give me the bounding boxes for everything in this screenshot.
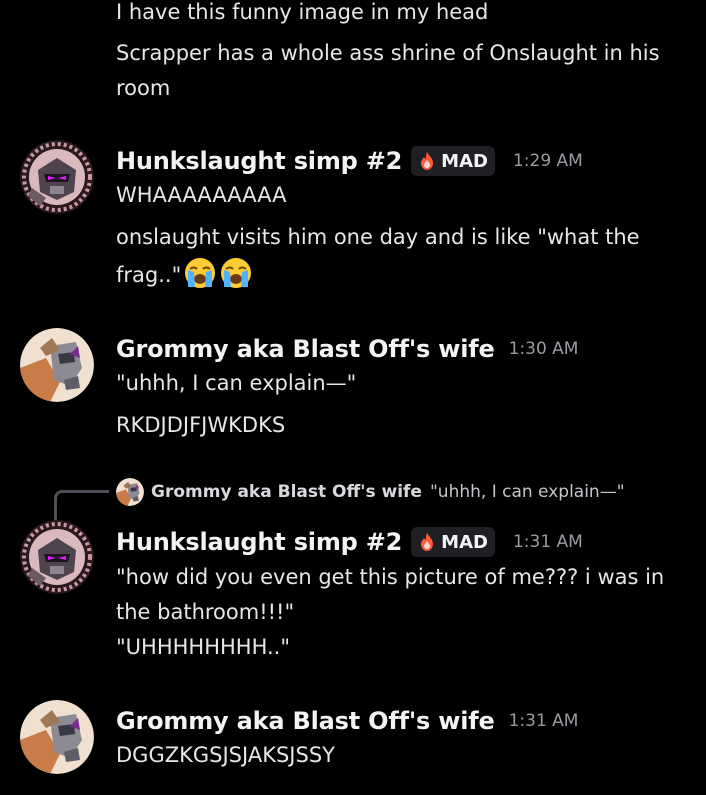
username[interactable]: Grommy aka Blast Off's wife bbox=[116, 707, 495, 735]
message-header: Grommy aka Blast Off's wife 1:31 AM bbox=[116, 704, 578, 738]
username[interactable]: Hunkslaught simp #2 bbox=[116, 147, 402, 175]
fire-icon bbox=[417, 151, 437, 171]
message-text: room bbox=[116, 76, 171, 100]
guild-tag[interactable]: MAD bbox=[411, 146, 495, 176]
guild-tag[interactable]: MAD bbox=[411, 527, 495, 557]
tag-label: MAD bbox=[441, 531, 488, 553]
message-header: Hunkslaught simp #2 MAD 1:31 AM bbox=[116, 525, 583, 559]
message-text: WHAAAAAAAAA bbox=[116, 183, 287, 207]
loudly-crying-face-icon bbox=[219, 256, 253, 290]
message-text: "UHHHHHHHH.." bbox=[116, 635, 290, 659]
message-text: "how did you even get this picture of me… bbox=[116, 565, 665, 589]
reply-author: Grommy aka Blast Off's wife bbox=[151, 482, 422, 502]
message-text: Scrapper has a whole ass shrine of Onsla… bbox=[116, 41, 660, 65]
timestamp[interactable]: 1:30 AM bbox=[509, 339, 579, 359]
message-header: Hunkslaught simp #2 MAD 1:29 AM bbox=[116, 144, 583, 178]
message-text: the bathroom!!!" bbox=[116, 600, 295, 624]
timestamp[interactable]: 1:31 AM bbox=[509, 711, 579, 731]
message-text: RKDJDJFJWKDKS bbox=[116, 413, 286, 437]
loudly-crying-face-icon bbox=[183, 256, 217, 290]
reply-text: "uhhh, I can explain—" bbox=[429, 482, 625, 502]
message-text: DGGZKGSJSJAKSJSSY bbox=[116, 743, 335, 767]
reply-preview[interactable]: Grommy aka Blast Off's wife "uhhh, I can… bbox=[116, 478, 625, 506]
username[interactable]: Grommy aka Blast Off's wife bbox=[116, 335, 495, 363]
avatar[interactable] bbox=[20, 520, 94, 594]
chat-log: I have this funny image in my head Scrap… bbox=[0, 0, 706, 795]
avatar[interactable] bbox=[20, 328, 94, 402]
username[interactable]: Hunkslaught simp #2 bbox=[116, 528, 402, 556]
fire-icon bbox=[417, 532, 437, 552]
tag-label: MAD bbox=[441, 150, 488, 172]
message-text: "uhhh, I can explain—" bbox=[116, 371, 357, 395]
message-text-with-emoji: frag.." bbox=[116, 256, 253, 292]
reply-connector bbox=[54, 490, 109, 523]
avatar[interactable] bbox=[20, 140, 94, 214]
avatar[interactable] bbox=[20, 700, 94, 774]
timestamp[interactable]: 1:29 AM bbox=[513, 151, 583, 171]
message-header: Grommy aka Blast Off's wife 1:30 AM bbox=[116, 332, 578, 366]
message-text: frag.." bbox=[116, 263, 182, 287]
avatar bbox=[116, 478, 144, 506]
message-text: onslaught visits him one day and is like… bbox=[116, 225, 640, 249]
timestamp[interactable]: 1:31 AM bbox=[513, 532, 583, 552]
message-text: I have this funny image in my head bbox=[116, 0, 489, 24]
